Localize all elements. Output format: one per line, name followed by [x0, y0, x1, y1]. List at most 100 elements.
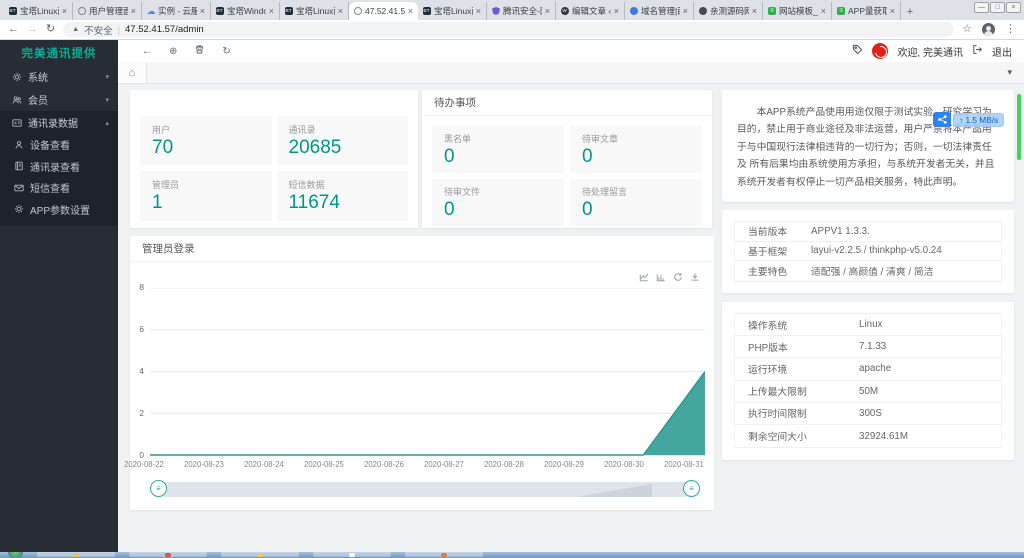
user-avatar[interactable] [872, 43, 888, 59]
close-icon[interactable]: × [200, 6, 205, 16]
browser-tab[interactable]: 亲测源码网× [694, 2, 763, 20]
profile-avatar-icon[interactable] [982, 23, 995, 36]
browser-tab[interactable]: 用户管理面板× [73, 2, 142, 20]
datazoom-slider[interactable]: ≡ ≡ [158, 482, 692, 497]
browser-tab[interactable]: 编辑文章 ‹× [556, 2, 625, 20]
browser-tab[interactable]: 网站模板_网× [763, 2, 832, 20]
tabbar-dropdown-icon[interactable]: ▾ [1007, 67, 1024, 78]
row-label: 上传最大限制 [735, 384, 859, 398]
datazoom-right-handle[interactable]: ≡ [683, 480, 700, 497]
globe-blue-icon [630, 7, 638, 15]
app-icon [257, 553, 263, 557]
taskbar-item[interactable] [37, 552, 115, 557]
new-tab-button[interactable]: + [901, 4, 919, 20]
browser-tab[interactable]: 腾讯安全-网× [487, 2, 556, 20]
network-speed-widget[interactable]: ↑ 1.5 MB/s [933, 112, 1004, 127]
close-icon[interactable]: × [614, 6, 619, 16]
logout-button[interactable]: 退出 [992, 44, 1012, 59]
users-icon [11, 94, 22, 105]
close-icon[interactable]: × [476, 6, 481, 16]
chevron-up-icon: ▴ [105, 119, 109, 127]
shield-icon [492, 7, 500, 15]
y-tick: 2 [139, 408, 144, 418]
taskbar-item[interactable] [405, 552, 483, 557]
close-icon[interactable]: × [890, 6, 895, 16]
sidebar-item-label: 通讯录查看 [30, 159, 80, 174]
tab-title: APP量获取 [848, 5, 887, 17]
browser-tab[interactable]: 宝塔Linux面× [418, 2, 487, 20]
row-value: 50M [859, 386, 878, 397]
close-icon[interactable]: × [408, 6, 413, 16]
back-icon[interactable]: ← [8, 24, 19, 35]
back-icon[interactable]: ← [142, 46, 152, 57]
forward-icon[interactable]: → [27, 24, 38, 35]
kebab-menu-icon[interactable]: ⋮ [1005, 24, 1016, 35]
welcome-text: 欢迎, 完美通讯 [897, 44, 963, 59]
url-bar[interactable]: ▲ 不安全 | 47.52.41.57/admin [63, 22, 954, 37]
table-row: PHP版本7.1.33 [735, 336, 1001, 358]
row-value: 适配强 / 高颜值 / 清爽 / 简洁 [811, 264, 933, 278]
restore-icon[interactable] [673, 269, 683, 287]
sidebar-item-device-view[interactable]: 设备查看 [0, 134, 118, 156]
close-icon[interactable]: × [62, 6, 67, 16]
table-row: 上传最大限制50M [735, 381, 1001, 403]
sidebar-item-members[interactable]: 会员 ▾ [0, 88, 118, 111]
tab-title: 网站模板_网 [779, 5, 818, 17]
magic-bar-icon[interactable] [656, 269, 666, 287]
browser-tab-active[interactable]: 47.52.41.57/× [349, 2, 418, 20]
sidebar-item-sms-view[interactable]: 短信查看 [0, 177, 118, 199]
close-icon[interactable]: × [821, 6, 826, 16]
taskbar-item[interactable] [129, 552, 207, 557]
security-label[interactable]: 不安全 [84, 23, 113, 37]
sidebar: 完美通讯提供 系统 ▾ 会员 ▾ 通讯录数据 ▴ 设备查看 [0, 40, 118, 552]
theme-tag-icon[interactable] [852, 44, 863, 58]
taskbar-item[interactable] [313, 552, 391, 557]
todo-value: 0 [444, 146, 552, 168]
x-tick: 2020-08-22 [124, 460, 164, 469]
close-icon[interactable]: × [269, 6, 274, 16]
taskbar-item[interactable] [221, 552, 299, 557]
refresh-icon[interactable]: ↻ [222, 46, 230, 57]
url-divider: | [118, 25, 120, 35]
stat-users: 用户70 [140, 116, 272, 166]
magic-line-icon[interactable] [639, 269, 649, 287]
datazoom-left-handle[interactable]: ≡ [150, 480, 167, 497]
browser-tab[interactable]: 宝塔Linux面× [280, 2, 349, 20]
sidebar-item-contacts-view[interactable]: 通讯录查看 [0, 156, 118, 178]
download-icon[interactable] [690, 269, 700, 287]
reload-icon[interactable]: ↻ [46, 24, 55, 35]
chevron-down-icon: ▾ [105, 96, 109, 104]
sidebar-item-system[interactable]: 系统 ▾ [0, 65, 118, 88]
admin-header: ← ⊕ ↻ 欢迎, 完美通讯 退出 [118, 40, 1024, 62]
home-tab[interactable]: ⌂ [118, 62, 147, 83]
logout-icon[interactable] [972, 44, 983, 58]
stats-grid: 用户70 通讯录20685 管理员1 短信数据11674 [130, 90, 418, 231]
browser-tab[interactable]: 域名管理|西× [625, 2, 694, 20]
sidebar-item-contacts-data[interactable]: 通讯录数据 ▴ [0, 111, 118, 134]
minimize-button[interactable]: — [974, 2, 989, 13]
wordpress-icon [561, 7, 569, 15]
browser-tab[interactable]: 宝塔Linux面× [4, 2, 73, 20]
url-text[interactable]: 47.52.41.57/admin [125, 24, 204, 35]
page-scrollbar-thumb[interactable] [1017, 94, 1021, 160]
folder-icon [73, 553, 79, 557]
clear-cache-trash-icon[interactable] [194, 44, 205, 58]
close-icon[interactable]: × [683, 6, 688, 16]
close-icon[interactable]: × [338, 6, 343, 16]
browser-tab[interactable]: APP量获取× [832, 2, 901, 20]
close-icon[interactable]: × [752, 6, 757, 16]
todo-label: 待审文章 [582, 132, 690, 145]
sidebar-item-app-settings[interactable]: APP参数设置 [0, 199, 118, 221]
window-close-button[interactable]: × [1006, 2, 1021, 13]
close-icon[interactable]: × [545, 6, 550, 16]
version-card: 当前版本APPV1 1.3.3. 基于框架layui-v2.2.5 / thin… [722, 210, 1014, 293]
start-button[interactable] [8, 552, 23, 558]
close-icon[interactable]: × [131, 6, 136, 16]
browser-tab[interactable]: ☁实例 - 云服× [142, 2, 211, 20]
bookmark-star-icon[interactable]: ☆ [962, 24, 972, 35]
browser-tab[interactable]: 宝塔Window× [211, 2, 280, 20]
todo-card-title: 待办事项 [422, 90, 712, 116]
locate-icon[interactable]: ⊕ [169, 46, 177, 57]
todo-pending-messages: 待处理留言0 [570, 179, 702, 226]
restore-button[interactable]: □ [990, 2, 1005, 13]
